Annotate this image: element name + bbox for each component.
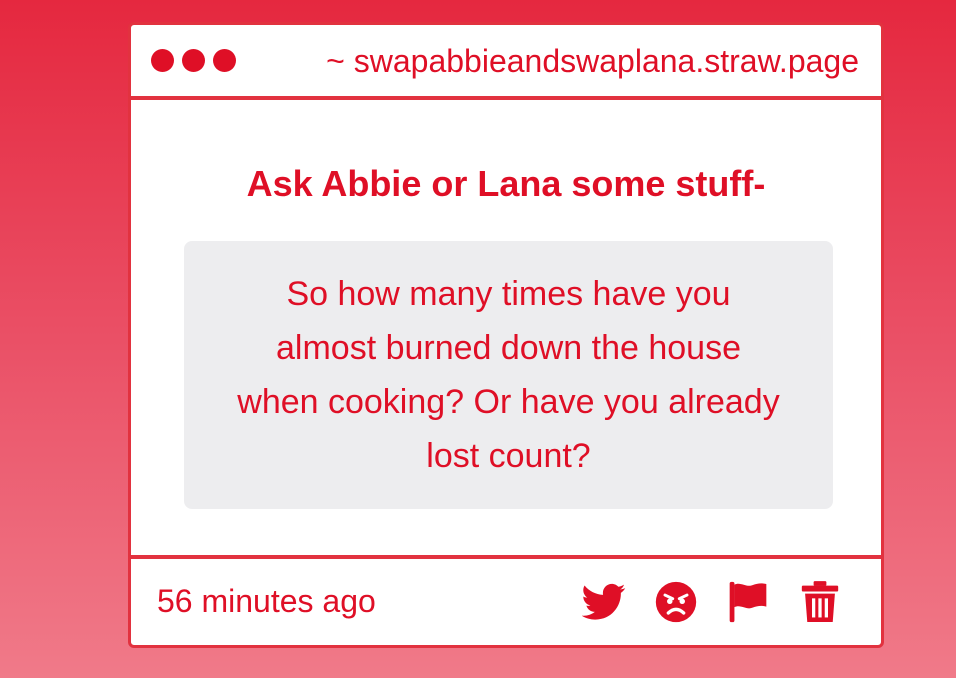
angry-face-icon[interactable] — [653, 579, 699, 625]
question-card: So how many times have you almost burned… — [184, 241, 833, 509]
flag-icon[interactable] — [725, 579, 771, 625]
action-bar — [581, 579, 843, 625]
page-title: Ask Abbie or Lana some stuff- — [246, 163, 766, 204]
window-dot-maximize[interactable] — [213, 49, 236, 72]
question-text: So how many times have you almost burned… — [237, 275, 780, 475]
address-url[interactable]: ~ swapabbieandswaplana.straw.page — [326, 42, 859, 80]
twitter-icon[interactable] — [581, 579, 627, 625]
title-bar: ~ swapabbieandswaplana.straw.page — [131, 25, 881, 100]
browser-window: ~ swapabbieandswaplana.straw.page Ask Ab… — [128, 22, 884, 648]
window-controls — [151, 49, 236, 72]
trash-icon[interactable] — [797, 579, 843, 625]
window-dot-minimize[interactable] — [182, 49, 205, 72]
timestamp: 56 minutes ago — [157, 583, 376, 619]
window-dot-close[interactable] — [151, 49, 174, 72]
card-footer: 56 minutes ago — [131, 555, 881, 645]
